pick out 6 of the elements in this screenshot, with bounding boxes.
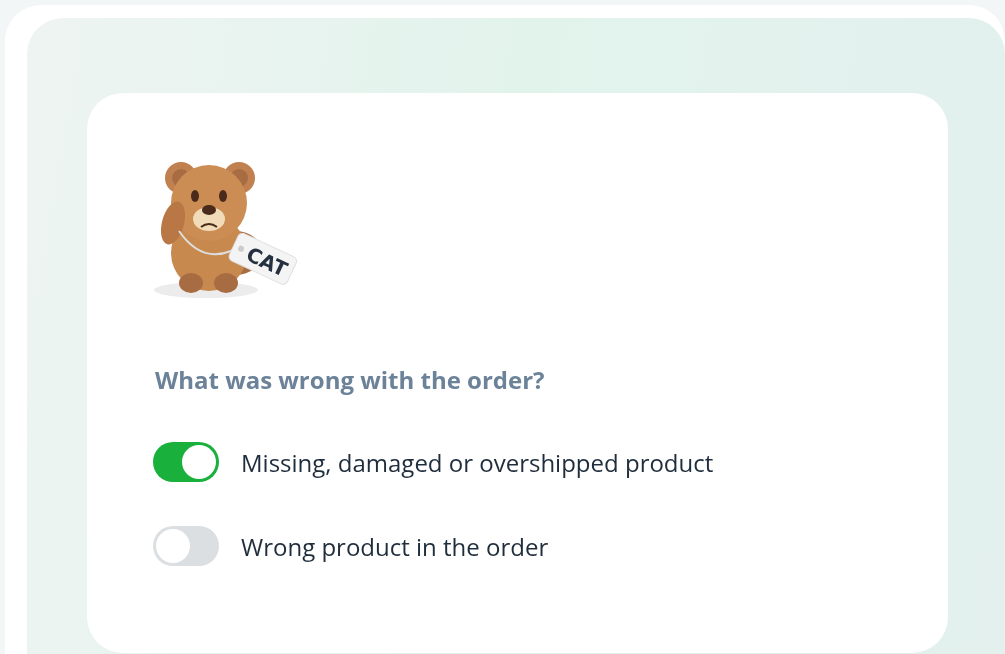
bear-drawing: CAT: [151, 153, 301, 303]
question-heading: What was wrong with the order?: [155, 363, 546, 396]
toggle-switch[interactable]: [153, 526, 219, 566]
option-label: Missing, damaged or overshipped product: [241, 445, 714, 479]
option-label: Wrong product in the order: [241, 529, 549, 563]
toggle-switch[interactable]: [153, 442, 219, 482]
